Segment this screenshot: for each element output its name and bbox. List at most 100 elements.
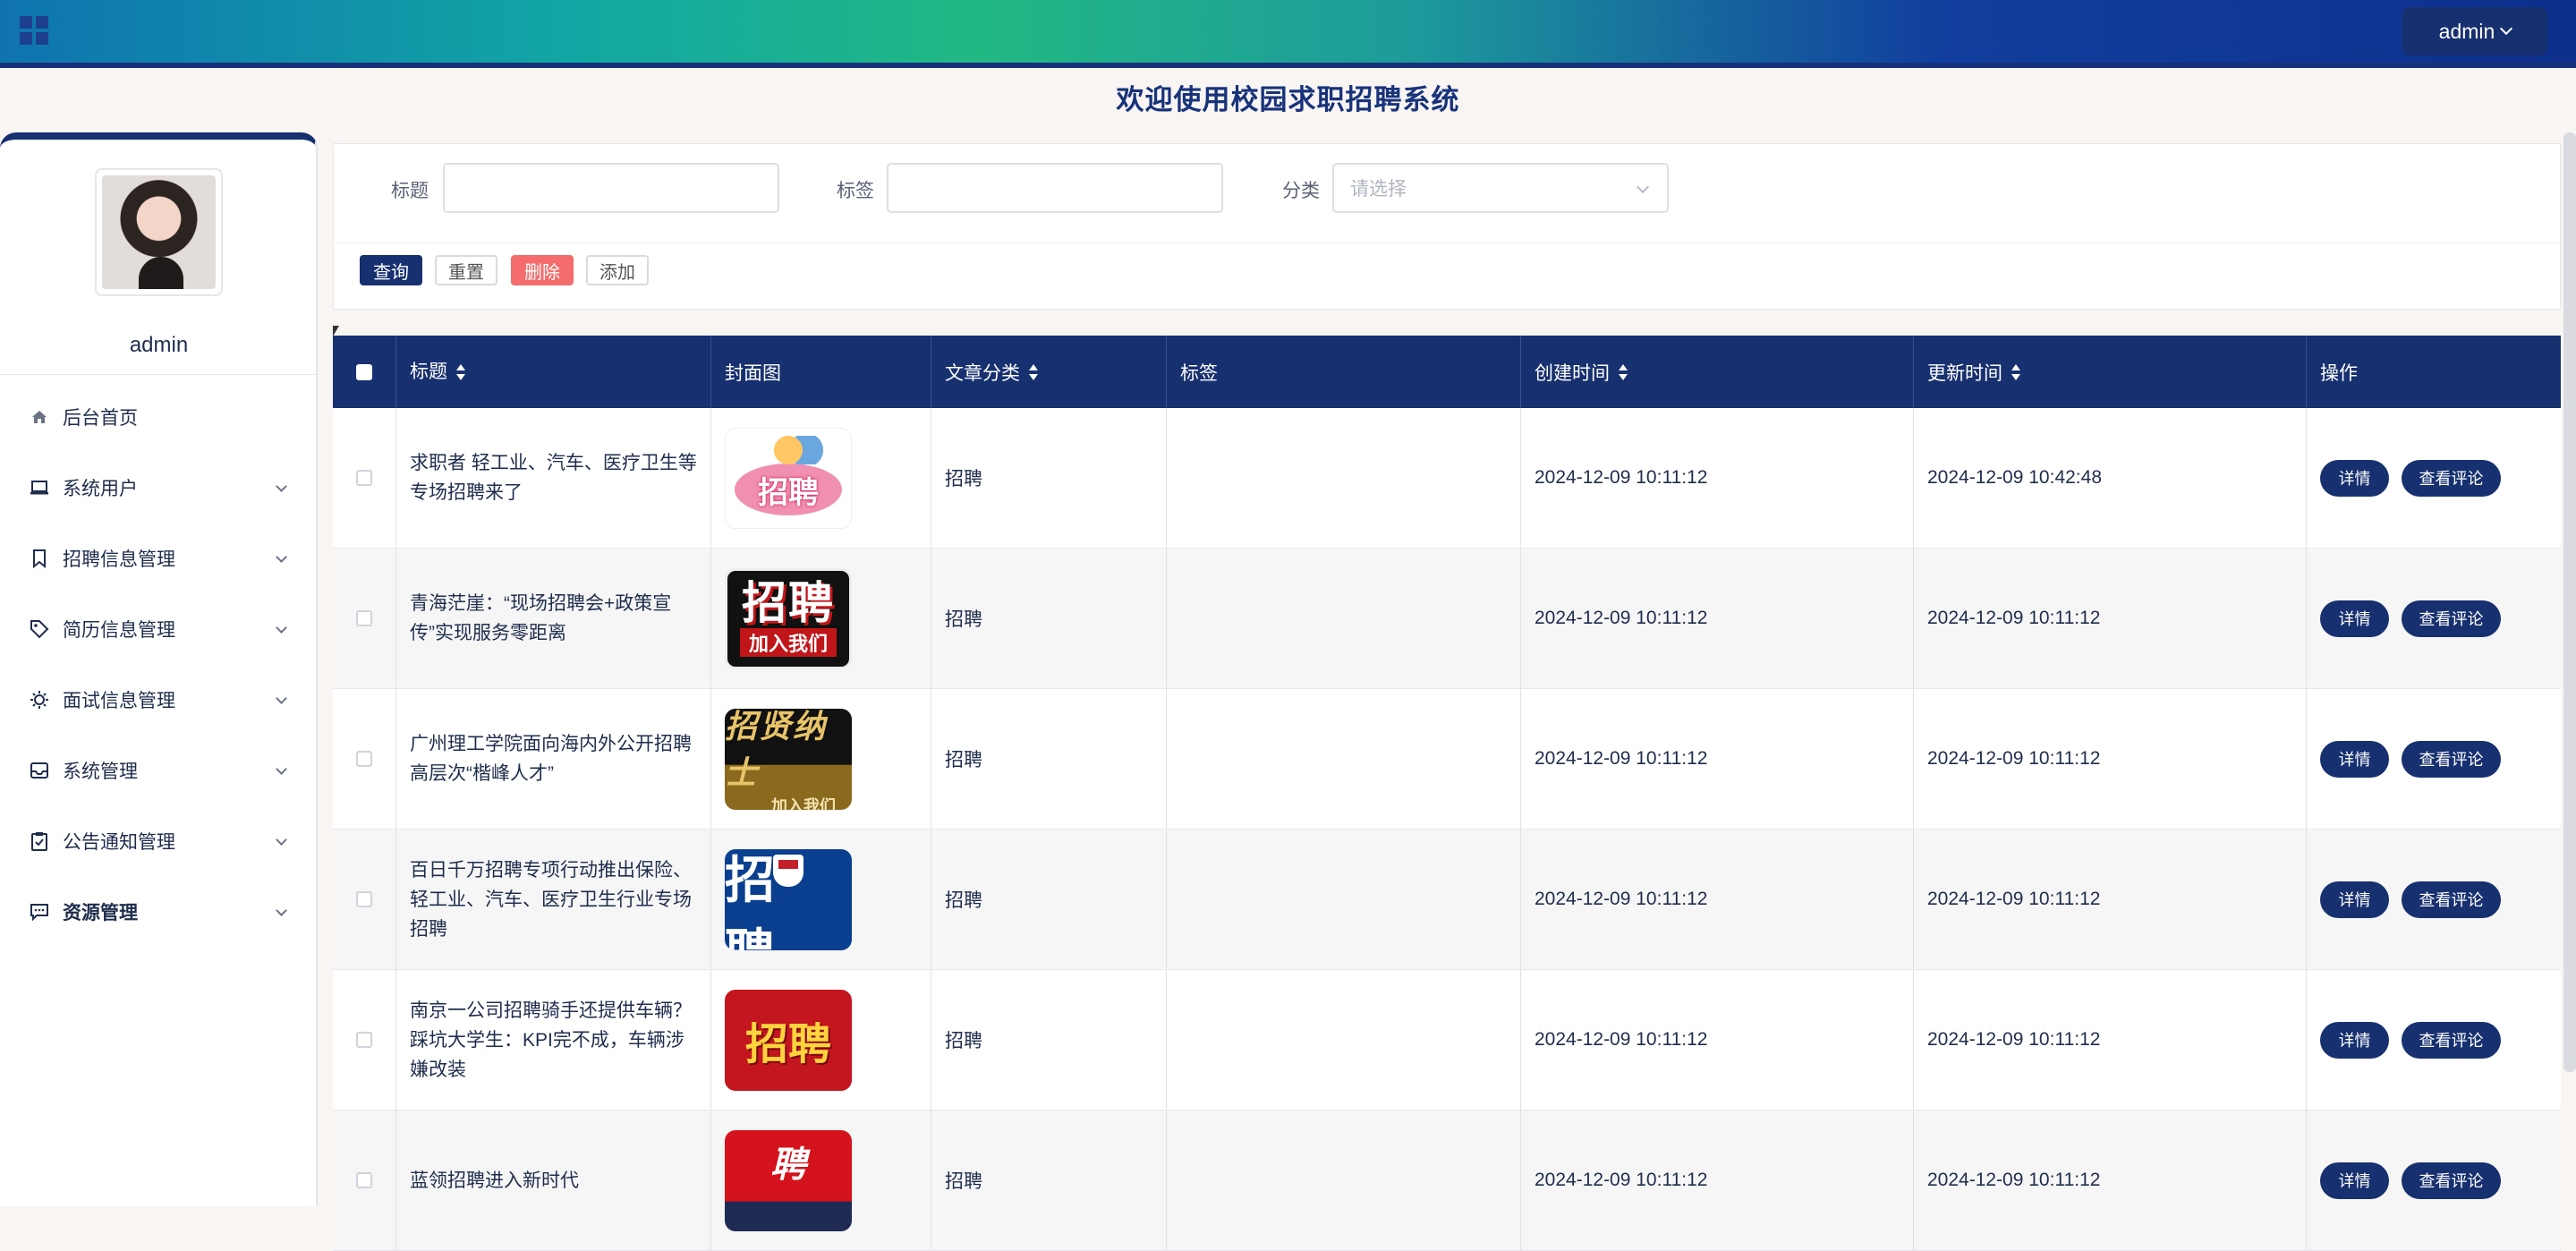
detail-button[interactable]: 详情	[2320, 1021, 2389, 1059]
row-category: 招聘	[931, 970, 1167, 1110]
row-created: 2024-12-09 10:11:12	[1521, 1111, 1914, 1250]
row-checkbox[interactable]	[356, 470, 372, 486]
category-select-placeholder: 请选择	[1350, 179, 1407, 200]
sidebar-item-label: 招聘信息管理	[63, 549, 175, 570]
table-header: 标题 封面图 文章分类 标签 创建时间 更新时间 操作	[333, 336, 2561, 408]
row-tag	[1167, 549, 1521, 688]
column-header-updated[interactable]: 更新时间	[1914, 336, 2307, 408]
search-filter-panel: 标题 标签 分类 请选择 查询 重置 删除 添加	[333, 143, 2561, 310]
laptop-icon	[29, 477, 50, 498]
sidebar-item-home[interactable]: 后台首页	[0, 381, 316, 452]
sort-icon[interactable]	[1029, 363, 1038, 380]
row-created: 2024-12-09 10:11:12	[1521, 549, 1914, 688]
chat-icon	[29, 901, 50, 923]
sort-icon[interactable]	[456, 363, 465, 380]
page-scrollbar[interactable]	[2563, 132, 2576, 1072]
tag-filter-input[interactable]	[887, 163, 1223, 213]
sidebar-item-interview[interactable]: 面试信息管理	[0, 664, 316, 735]
row-tag	[1167, 970, 1521, 1110]
sidebar-item-system-users[interactable]: 系统用户	[0, 452, 316, 523]
table-row: 蓝领招聘进入新时代 聘 招聘 2024-12-09 10:11:12 2024-…	[333, 1111, 2561, 1251]
table-row: 广州理工学院面向海内外公开招聘高层次“楷峰人才” 招贤纳士 加入我们 招聘 202…	[333, 689, 2561, 830]
row-tag	[1167, 1111, 1521, 1250]
column-header-tag: 标签	[1167, 336, 1521, 408]
sidebar-item-label: 简历信息管理	[63, 619, 175, 641]
sidebar-item-announcement[interactable]: 公告通知管理	[0, 805, 316, 876]
row-actions: 详情 查看评论	[2307, 1111, 2561, 1250]
menu-grid-icon[interactable]	[20, 16, 48, 45]
row-checkbox[interactable]	[356, 1172, 372, 1188]
view-comments-button[interactable]: 查看评论	[2402, 459, 2501, 497]
cover-image: 招 聘	[725, 848, 852, 950]
table-row: 求职者 轻工业、汽车、医疗卫生等专场招聘来了 招聘 招聘 2024-12-09 …	[333, 408, 2561, 549]
row-updated: 2024-12-09 10:11:12	[1914, 1111, 2307, 1250]
row-category: 招聘	[931, 830, 1167, 969]
sidebar-item-label: 面试信息管理	[63, 690, 175, 711]
row-checkbox[interactable]	[356, 1032, 372, 1048]
add-button[interactable]: 添加	[586, 255, 649, 285]
column-header-label: 封面图	[725, 362, 781, 384]
sidebar-item-system[interactable]: 系统管理	[0, 735, 316, 805]
row-created: 2024-12-09 10:11:12	[1521, 970, 1914, 1110]
view-comments-button[interactable]: 查看评论	[2402, 600, 2501, 637]
row-category: 招聘	[931, 1111, 1167, 1250]
sidebar-username: admin	[129, 333, 189, 357]
row-title: 蓝领招聘进入新时代	[396, 1111, 711, 1250]
column-header-title[interactable]: 标题	[396, 336, 711, 408]
row-checkbox[interactable]	[356, 610, 372, 626]
detail-button[interactable]: 详情	[2320, 459, 2389, 497]
sidebar-item-resume[interactable]: 简历信息管理	[0, 593, 316, 664]
sidebar-item-resources[interactable]: 资源管理	[0, 876, 316, 947]
column-header-label: 创建时间	[1535, 362, 1610, 384]
view-comments-button[interactable]: 查看评论	[2402, 740, 2501, 778]
delete-button[interactable]: 删除	[511, 255, 574, 285]
tag-filter-label: 标签	[837, 181, 874, 201]
column-header-created[interactable]: 创建时间	[1521, 336, 1914, 408]
sidebar-item-label: 系统管理	[63, 761, 138, 782]
select-all-checkbox[interactable]	[356, 363, 372, 380]
column-header-label: 标题	[410, 362, 447, 382]
sort-icon[interactable]	[2011, 363, 2020, 380]
sidebar-item-recruitment[interactable]: 招聘信息管理	[0, 523, 316, 593]
sort-icon[interactable]	[1619, 363, 1628, 380]
view-comments-button[interactable]: 查看评论	[2402, 881, 2501, 918]
row-tag	[1167, 689, 1521, 829]
cover-image: 聘	[725, 1129, 852, 1231]
bookmark-icon	[29, 548, 50, 569]
row-checkbox[interactable]	[356, 751, 372, 767]
row-created: 2024-12-09 10:11:12	[1521, 689, 1914, 829]
detail-button[interactable]: 详情	[2320, 740, 2389, 778]
sidebar-item-label: 资源管理	[63, 902, 138, 923]
detail-button[interactable]: 详情	[2320, 600, 2389, 637]
category-filter-label: 分类	[1282, 181, 1320, 201]
category-select[interactable]: 请选择	[1332, 163, 1669, 213]
row-category: 招聘	[931, 408, 1167, 548]
clipboard-check-icon	[29, 830, 50, 852]
chevron-down-icon	[2500, 21, 2513, 36]
sidebar: admin 后台首页 系统用户 招聘信息管理 简历信息管理 面试信息管理 系统管…	[0, 132, 318, 1206]
cover-image: 招贤纳士 加入我们	[725, 708, 852, 810]
column-header-actions: 操作	[2307, 336, 2561, 408]
row-created: 2024-12-09 10:11:12	[1521, 830, 1914, 969]
chevron-down-icon	[276, 905, 287, 916]
column-header-category[interactable]: 文章分类	[931, 336, 1167, 408]
chevron-down-icon	[276, 622, 287, 634]
column-header-label: 更新时间	[1927, 362, 2002, 384]
row-actions: 详情 查看评论	[2307, 549, 2561, 688]
row-title: 南京一公司招聘骑手还提供车辆？踩坑大学生：KPI完不成，车辆涉嫌改装	[396, 970, 711, 1110]
detail-button[interactable]: 详情	[2320, 1162, 2389, 1199]
row-checkbox[interactable]	[356, 891, 372, 907]
user-menu-button[interactable]: admin	[2402, 7, 2547, 55]
query-button[interactable]: 查询	[360, 255, 422, 285]
title-filter-input[interactable]	[443, 163, 779, 213]
view-comments-button[interactable]: 查看评论	[2402, 1162, 2501, 1199]
column-header-label: 文章分类	[945, 362, 1020, 384]
view-comments-button[interactable]: 查看评论	[2402, 1021, 2501, 1059]
table-row: 南京一公司招聘骑手还提供车辆？踩坑大学生：KPI完不成，车辆涉嫌改装 招聘 招聘…	[333, 970, 2561, 1111]
row-tag	[1167, 408, 1521, 548]
chevron-down-icon	[1636, 180, 1650, 194]
reset-button[interactable]: 重置	[435, 255, 497, 285]
detail-button[interactable]: 详情	[2320, 881, 2389, 918]
row-updated: 2024-12-09 10:42:48	[1914, 408, 2307, 548]
sidebar-item-label: 公告通知管理	[63, 831, 175, 853]
